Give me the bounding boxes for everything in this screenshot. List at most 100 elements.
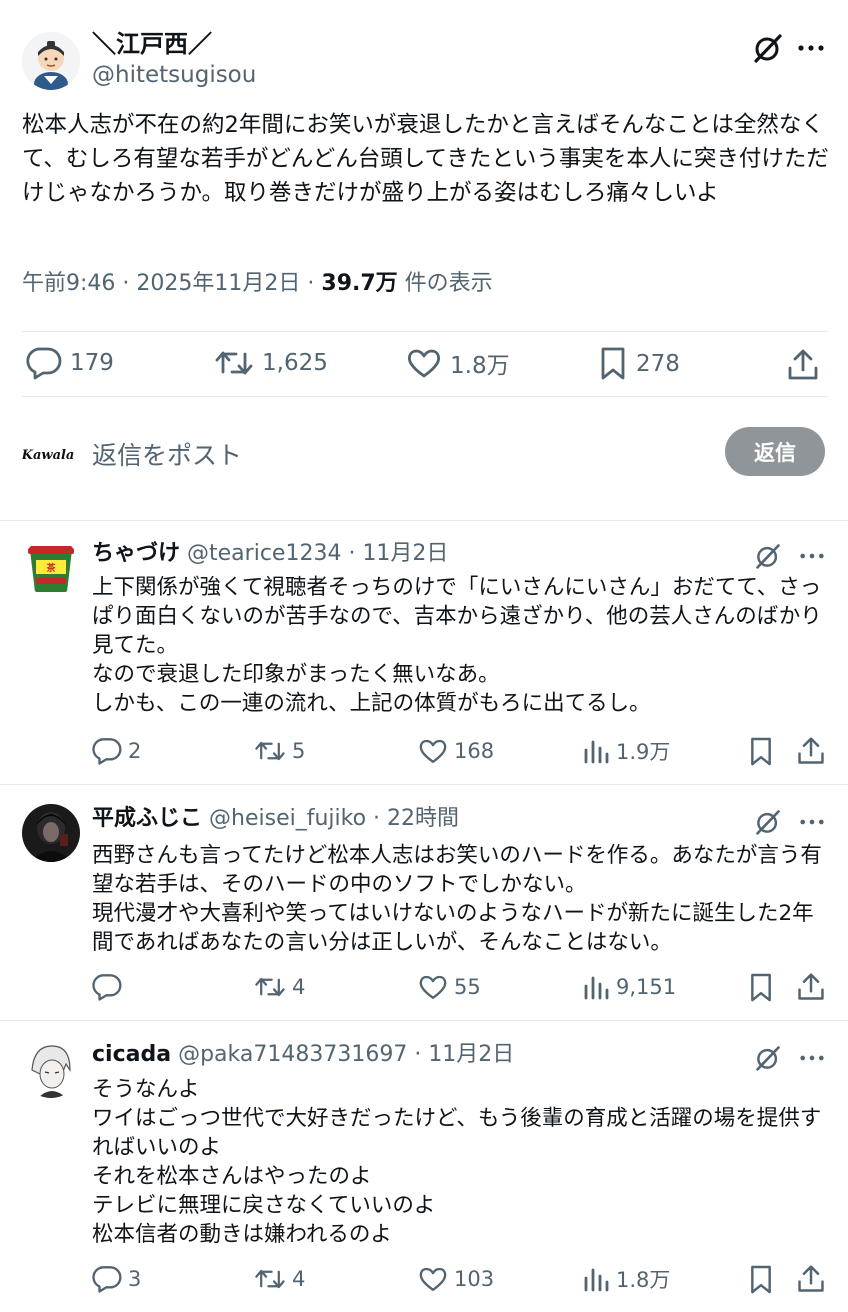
repost-button[interactable]: 5 — [254, 736, 305, 766]
views-button[interactable]: 1.9万 — [582, 736, 670, 766]
grok-icon[interactable] — [754, 542, 782, 570]
views-count: 1.9万 — [616, 740, 671, 764]
reply-count: 3 — [128, 1267, 142, 1291]
comment-avatar[interactable] — [22, 1040, 80, 1098]
reply-icon — [92, 972, 122, 1002]
author-name[interactable]: ＼江戸西／ — [92, 28, 212, 60]
reply-count: 179 — [70, 350, 114, 376]
bookmark-icon — [598, 346, 628, 382]
grok-icon[interactable] — [752, 32, 784, 64]
comment-text: そうなんよ ワイはごっつ世代で大好きだったけど、もう後輩の育成と活躍の場を提供す… — [92, 1077, 822, 1247]
repost-button[interactable]: 1,625 — [214, 346, 328, 380]
views-icon — [582, 1264, 610, 1294]
divider — [0, 520, 848, 521]
like-icon — [418, 736, 448, 766]
post-date[interactable]: 2025年11月2日 — [136, 271, 300, 296]
comment-header: 平成ふじこ @heisei_fujiko · 22時間 — [92, 804, 459, 834]
meta-separator: · — [122, 271, 137, 296]
more-icon[interactable] — [798, 812, 826, 832]
divider — [22, 331, 828, 332]
more-icon[interactable] — [798, 546, 826, 566]
like-icon — [406, 346, 442, 380]
svg-text:茶: 茶 — [45, 562, 56, 574]
like-icon — [418, 972, 448, 1002]
views-button[interactable]: 1.8万 — [582, 1264, 670, 1294]
views-button[interactable]: 9,151 — [582, 972, 676, 1002]
reply-icon — [92, 1264, 122, 1294]
post-text: 松本人志が不在の約2年間にお笑いが衰退したかと言えばそんなことは全然なくて、むし… — [22, 112, 829, 206]
bookmark-icon[interactable] — [748, 972, 774, 1004]
like-button[interactable]: 1.8万 — [406, 346, 510, 380]
views-count: 1.8万 — [616, 1268, 671, 1292]
post-views-count: 39.7万 — [321, 271, 398, 296]
author-handle[interactable]: @hitetsugisou — [92, 60, 256, 90]
repost-icon — [254, 972, 286, 1002]
like-count: 103 — [454, 1267, 495, 1291]
reply-button[interactable]: 179 — [26, 346, 114, 380]
comment-header: cicada @paka71483731697 · 11月2日 — [92, 1040, 514, 1070]
like-button[interactable]: 103 — [418, 1264, 494, 1294]
comment-avatar[interactable]: 茶 — [22, 538, 80, 596]
share-icon[interactable] — [796, 736, 826, 766]
reply-button[interactable]: 3 — [92, 1264, 141, 1294]
reply-button[interactable] — [92, 972, 128, 1002]
post-views-label: 件の表示 — [404, 271, 493, 296]
post-meta: 午前9:46 · 2025年11月2日 · 39.7万 件の表示 — [22, 268, 493, 300]
like-icon — [418, 1264, 448, 1294]
share-icon[interactable] — [796, 972, 826, 1002]
repost-icon — [254, 1264, 286, 1294]
svg-text:Kawala: Kawala — [22, 448, 74, 463]
share-icon[interactable] — [786, 348, 820, 382]
comment-author-name[interactable]: 平成ふじこ — [92, 806, 202, 831]
grok-icon[interactable] — [754, 1044, 782, 1072]
share-icon[interactable] — [796, 1264, 826, 1294]
bookmark-count: 278 — [636, 351, 680, 377]
bookmark-icon[interactable] — [748, 736, 774, 768]
reply-submit-button[interactable]: 返信 — [725, 427, 825, 476]
repost-count: 5 — [292, 739, 306, 763]
reply-icon — [26, 346, 62, 380]
more-icon[interactable] — [796, 36, 826, 60]
comment-author-handle[interactable]: @paka71483731697 — [178, 1042, 407, 1067]
meta-separator: · — [307, 271, 322, 296]
comment-author-name[interactable]: ちゃづけ — [92, 541, 180, 566]
grok-icon[interactable] — [754, 808, 782, 836]
comment-time[interactable]: 11月2日 — [428, 1042, 514, 1067]
like-count: 1.8万 — [450, 353, 510, 379]
post-time[interactable]: 午前9:46 — [22, 271, 115, 296]
author-avatar[interactable] — [22, 32, 80, 90]
repost-button[interactable]: 4 — [254, 972, 305, 1002]
repost-count: 4 — [292, 975, 306, 999]
views-icon — [582, 736, 610, 766]
divider — [22, 396, 828, 397]
reply-button[interactable]: 2 — [92, 736, 141, 766]
views-icon — [582, 972, 610, 1002]
more-icon[interactable] — [798, 1048, 826, 1068]
like-button[interactable]: 168 — [418, 736, 494, 766]
meta-separator: · — [414, 1042, 429, 1067]
bookmark-button[interactable]: 278 — [598, 346, 680, 382]
current-user-avatar: Kawala — [22, 428, 74, 480]
reply-count: 2 — [128, 739, 142, 763]
comment-author-handle[interactable]: @heisei_fujiko — [209, 806, 366, 831]
reply-input[interactable]: 返信をポスト — [92, 436, 242, 472]
repost-count: 4 — [292, 1267, 306, 1291]
comment-text: 上下関係が強くて視聴者そっちのけで「にいさんにいさん」おだてて、さっぱり面白くな… — [92, 575, 822, 716]
views-count: 9,151 — [616, 975, 677, 999]
comment-time[interactable]: 22時間 — [387, 806, 459, 831]
repost-count: 1,625 — [262, 350, 328, 376]
meta-separator: · — [348, 541, 363, 566]
meta-separator: · — [373, 806, 388, 831]
repost-icon — [254, 736, 286, 766]
comment-author-handle[interactable]: @tearice1234 — [187, 541, 341, 566]
comment-author-name[interactable]: cicada — [92, 1042, 171, 1067]
bookmark-icon[interactable] — [748, 1264, 774, 1296]
like-button[interactable]: 55 — [418, 972, 481, 1002]
divider — [0, 784, 848, 785]
comment-time[interactable]: 11月2日 — [362, 541, 448, 566]
comment-avatar[interactable] — [22, 804, 80, 862]
repost-button[interactable]: 4 — [254, 1264, 305, 1294]
like-count: 168 — [454, 739, 495, 763]
reply-icon — [92, 736, 122, 766]
repost-icon — [214, 346, 254, 380]
